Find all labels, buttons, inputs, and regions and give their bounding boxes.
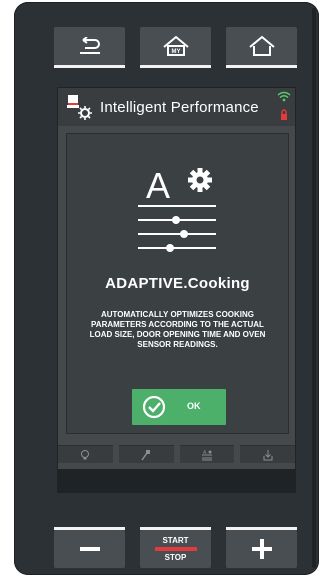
minus-button[interactable] — [54, 527, 125, 568]
gear-icon — [188, 168, 212, 192]
start-stop-button[interactable]: START STOP — [140, 527, 211, 568]
back-arrow-icon — [79, 37, 100, 54]
tab-lightbulb[interactable] — [58, 445, 113, 463]
intelligent-performance-icon — [67, 95, 92, 120]
home-icon — [248, 35, 275, 56]
screen-footer — [58, 469, 295, 493]
my-home-button[interactable]: MY — [140, 27, 211, 68]
download-icon — [263, 449, 273, 460]
home-button[interactable] — [226, 27, 297, 68]
display-screen: Intelligent Performance A ADAPTIVE.Cooki… — [57, 87, 296, 493]
minus-icon — [79, 547, 100, 551]
lock-icon — [281, 109, 287, 120]
tab-settings-list[interactable]: A — [179, 445, 235, 463]
ok-button[interactable]: OK — [132, 389, 226, 425]
sliders-icon — [138, 205, 216, 249]
panel-edge — [312, 8, 316, 568]
screen-header: Intelligent Performance — [58, 88, 295, 126]
settings-list-icon: A — [201, 450, 212, 460]
info-dialog: A ADAPTIVE.Cooking AUTOMATICALLY OPTIMIZ… — [66, 133, 289, 434]
dialog-title: ADAPTIVE.Cooking — [105, 275, 250, 292]
bottom-tab-bar: A — [58, 445, 295, 463]
my-label: MY — [171, 49, 180, 55]
tab-probe[interactable] — [118, 445, 174, 463]
ok-label: OK — [187, 401, 201, 411]
stop-label: STOP — [164, 553, 187, 562]
my-home-icon: MY — [162, 35, 189, 56]
start-label: START — [162, 536, 189, 545]
back-button[interactable] — [54, 27, 125, 68]
adaptive-cooking-icon: A — [138, 165, 216, 252]
plus-icon — [251, 539, 272, 559]
start-stop-indicator — [154, 547, 197, 551]
plus-button[interactable] — [226, 527, 297, 568]
tab-download[interactable] — [240, 445, 295, 463]
screen-title: Intelligent Performance — [100, 99, 259, 116]
dialog-description: AUTOMATICALLY OPTIMIZES COOKING PARAMETE… — [89, 310, 266, 349]
wifi-icon — [277, 91, 291, 102]
lightbulb-icon — [81, 449, 90, 459]
adaptive-letter: A — [146, 165, 170, 206]
check-circle-icon — [142, 395, 166, 419]
probe-icon — [141, 449, 151, 460]
